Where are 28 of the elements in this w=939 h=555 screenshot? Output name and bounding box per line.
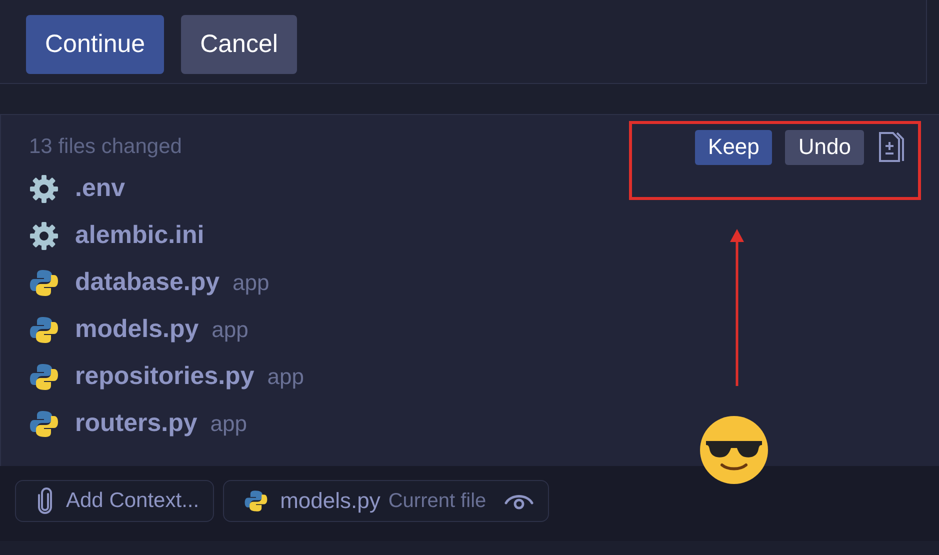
current-file-label: Current file — [388, 490, 486, 512]
python-icon — [29, 314, 59, 344]
dialog-button[interactable]: Cancel — [181, 15, 297, 74]
change-action-button[interactable]: Undo — [785, 130, 864, 164]
file-name[interactable]: repositories.py — [75, 362, 254, 391]
gear-icon — [29, 220, 59, 250]
diff-file-icon[interactable] — [877, 131, 907, 163]
python-icon — [29, 268, 59, 298]
file-folder: app — [232, 270, 270, 296]
file-name[interactable]: database.py — [75, 268, 220, 297]
file-folder: app — [210, 410, 247, 436]
file-name[interactable]: models.py — [75, 315, 199, 344]
current-file-name: models.py — [280, 488, 380, 514]
change-action-button[interactable]: Keep — [695, 130, 772, 164]
gear-icon — [29, 174, 59, 204]
add-context-button[interactable]: Add Context... — [15, 480, 214, 522]
python-icon — [29, 362, 59, 392]
file-name[interactable]: alembic.ini — [75, 221, 204, 250]
paperclip-icon — [36, 487, 54, 515]
dialog-button[interactable]: Continue — [26, 15, 164, 74]
file-folder: app — [267, 364, 304, 390]
changes-summary: 13 files changed — [29, 135, 182, 159]
file-name[interactable]: .env — [75, 174, 126, 203]
current-file-chip[interactable]: models.py Current file — [223, 480, 550, 522]
python-icon — [244, 489, 268, 513]
python-icon — [29, 408, 59, 438]
file-folder: app — [212, 316, 248, 342]
file-name[interactable]: routers.py — [75, 409, 198, 438]
